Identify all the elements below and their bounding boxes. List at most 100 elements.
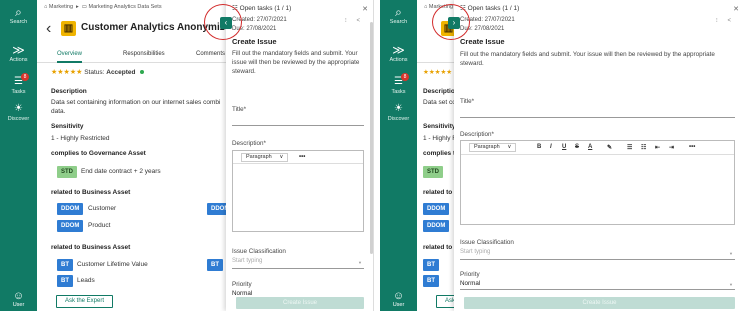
highlight-icon[interactable]: ✎ <box>607 144 612 151</box>
outdent-icon[interactable]: ⇤ <box>655 144 660 151</box>
sidebar-item-user[interactable]: ☺ User <box>380 290 417 308</box>
close-icon[interactable]: ✕ <box>733 5 739 13</box>
classification-input[interactable]: Start typing <box>232 258 262 264</box>
right-screenshot: ⌕ Search ≫ Actions ☰ 8 Tasks ☀ Discover … <box>380 0 745 311</box>
description-text: data. <box>51 108 66 115</box>
close-icon[interactable]: ✕ <box>362 5 368 13</box>
double-chevron-right-icon: ≫ <box>12 43 25 57</box>
description-editor[interactable]: Paragraph ∨ ••• <box>232 150 364 232</box>
tasks-badge: 8 <box>401 73 409 81</box>
paragraph-select-label: Paragraph <box>246 154 272 160</box>
bt-chip: BT <box>207 259 223 271</box>
ddom-chip: DDOM <box>423 203 450 215</box>
breadcrumb-item[interactable]: Marketing <box>49 4 73 10</box>
underline-icon[interactable]: U <box>562 144 566 150</box>
search-icon: ⌕ <box>395 5 402 19</box>
annotation-circle <box>432 4 470 40</box>
description-editor[interactable]: Paragraph ∨ B I U S A ✎ ☰ ☷ ⇤ ⇥ ••• <box>460 140 735 225</box>
annotation-circle <box>204 4 242 40</box>
priority-label: Priority <box>460 271 480 278</box>
task-panel-expanded: ☷ Open tasks (1 / 1) ✕ Created: 27/07/20… <box>454 0 745 311</box>
italic-icon[interactable]: I <box>550 144 552 150</box>
sidebar-item-discover[interactable]: ☀ Discover <box>380 102 417 122</box>
tasks-icon: ☰ <box>394 76 403 87</box>
breadcrumb-item[interactable]: Marketing Analytics Data Sets <box>89 4 162 10</box>
bt-chip: BT <box>423 259 439 271</box>
data-set-icon: ▥ <box>61 21 76 36</box>
description-text: Data set containing information on our i… <box>51 99 221 106</box>
classification-input[interactable]: Start typing <box>460 249 490 255</box>
task-panel-title: Open tasks (1 / 1) <box>239 5 292 12</box>
bt-chip: BT <box>423 275 439 287</box>
user-icon: ☺ <box>12 290 25 302</box>
left-screenshot: ⌕ Search ≫ Actions ☰ 8 Tasks ☀ Discover … <box>0 0 374 311</box>
sidebar-item-actions[interactable]: ≫ Actions <box>0 43 37 63</box>
status-label: Status: <box>84 69 105 76</box>
priority-value[interactable]: Normal <box>232 290 252 297</box>
editor-toolbar: Paragraph ∨ B I U S A ✎ ☰ ☷ ⇤ ⇥ ••• <box>461 141 734 155</box>
lightbulb-icon: ☀ <box>14 103 23 114</box>
priority-value[interactable]: Normal <box>460 280 480 287</box>
more-icon[interactable]: ••• <box>299 154 305 160</box>
indent-icon[interactable]: ⇥ <box>669 144 674 151</box>
editor-toolbar: Paragraph ∨ ••• <box>233 151 363 164</box>
create-issue-button[interactable]: Create Issue <box>464 297 735 309</box>
classification-underline <box>232 268 364 269</box>
bt-chip: BT <box>57 259 73 271</box>
numbered-list-icon[interactable]: ☷ <box>641 144 646 151</box>
business-asset-link[interactable]: Customer Lifetime Value <box>77 261 148 268</box>
sidebar-item-tasks[interactable]: ☰ 8 Tasks <box>0 73 37 95</box>
sidebar-item-label: Discover <box>7 116 30 122</box>
std-chip: STD <box>423 166 443 178</box>
status-value: Accepted <box>106 69 136 76</box>
tab-comments[interactable]: Comments <box>196 51 225 57</box>
business-asset-link[interactable]: Leads <box>77 277 95 284</box>
sidebar-item-label: Actions <box>9 57 28 63</box>
bt-chip: BT <box>57 275 73 287</box>
bold-icon[interactable]: B <box>537 144 541 150</box>
breadcrumb: ⌂ Marketing ▸ ▭ Marketing Analytics Data S… <box>44 4 162 10</box>
description-label: Description* <box>460 131 494 138</box>
task-actions-icon[interactable]: ⁝ < <box>716 17 735 24</box>
sensitivity-value: 1 - Highly Restricted <box>51 135 110 142</box>
classification-label: Issue Classification <box>460 239 514 246</box>
scrollbar[interactable] <box>370 22 373 254</box>
sidebar-item-discover[interactable]: ☀ Discover <box>0 102 37 122</box>
create-issue-button[interactable]: Create Issue <box>236 297 364 309</box>
rating-status-line: ★★★★★ Status: Accepted <box>51 68 144 76</box>
font-color-icon[interactable]: A <box>588 144 592 150</box>
tab-responsibilities[interactable]: Responsibilities <box>123 51 165 57</box>
chevron-down-icon: ▼ <box>358 260 362 265</box>
paragraph-select-label: Paragraph <box>474 144 500 150</box>
chevron-down-icon: ∨ <box>507 144 512 150</box>
bulleted-list-icon[interactable]: ☰ <box>627 144 632 151</box>
paragraph-select[interactable]: Paragraph ∨ <box>241 153 289 162</box>
governance-value[interactable]: End date contract + 2 years <box>81 168 161 175</box>
title-field[interactable] <box>460 117 735 118</box>
priority-label: Priority <box>232 281 252 288</box>
tasks-icon: ☰ <box>14 76 23 87</box>
governance-heading: complies to Governance Asset <box>51 150 146 157</box>
sidebar-item-tasks[interactable]: ☰ 8 Tasks <box>380 73 417 95</box>
sidebar-item-user[interactable]: ☺ User <box>0 290 37 308</box>
business-asset-link[interactable]: Product <box>88 222 110 229</box>
more-icon[interactable]: ••• <box>689 144 695 150</box>
title-field[interactable] <box>232 125 364 126</box>
back-button[interactable]: ‹ <box>46 21 51 37</box>
strikethrough-icon[interactable]: S <box>575 144 579 150</box>
rating-stars[interactable]: ★★★★★ <box>51 69 82 76</box>
sidebar-item-search[interactable]: ⌕ Search <box>380 5 417 25</box>
paragraph-select[interactable]: Paragraph ∨ <box>469 143 517 152</box>
sidebar-item-search[interactable]: ⌕ Search <box>0 5 37 25</box>
tab-overview[interactable]: Overview <box>57 51 83 63</box>
task-actions-icon[interactable]: ⁝ < <box>345 17 364 24</box>
business-asset-link[interactable]: Customer <box>88 205 116 212</box>
breadcrumb-separator: ▸ <box>76 4 79 10</box>
ask-the-expert-button[interactable]: Ask the Expert <box>56 295 114 308</box>
sidebar-item-label: Discover <box>387 116 410 122</box>
form-intro: Fill out the mandatory fields and submit… <box>232 50 360 75</box>
user-icon: ☺ <box>392 290 405 302</box>
chevron-down-icon: ▼ <box>729 251 733 256</box>
sidebar-item-actions[interactable]: ≫ Actions <box>380 43 417 63</box>
priority-underline <box>460 289 735 290</box>
